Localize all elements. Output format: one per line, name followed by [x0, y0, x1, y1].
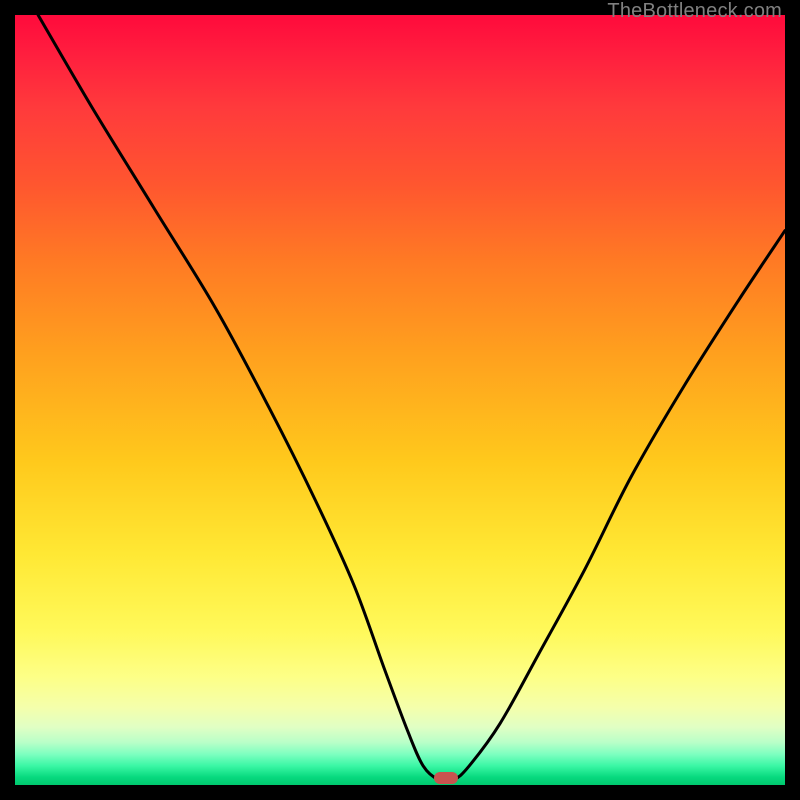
chart-frame: TheBottleneck.com	[0, 0, 800, 800]
curve-layer	[15, 15, 785, 785]
watermark-text: TheBottleneck.com	[607, 0, 782, 23]
optimum-marker	[434, 772, 458, 784]
bottleneck-curve	[38, 15, 785, 781]
plot-area	[15, 15, 785, 785]
